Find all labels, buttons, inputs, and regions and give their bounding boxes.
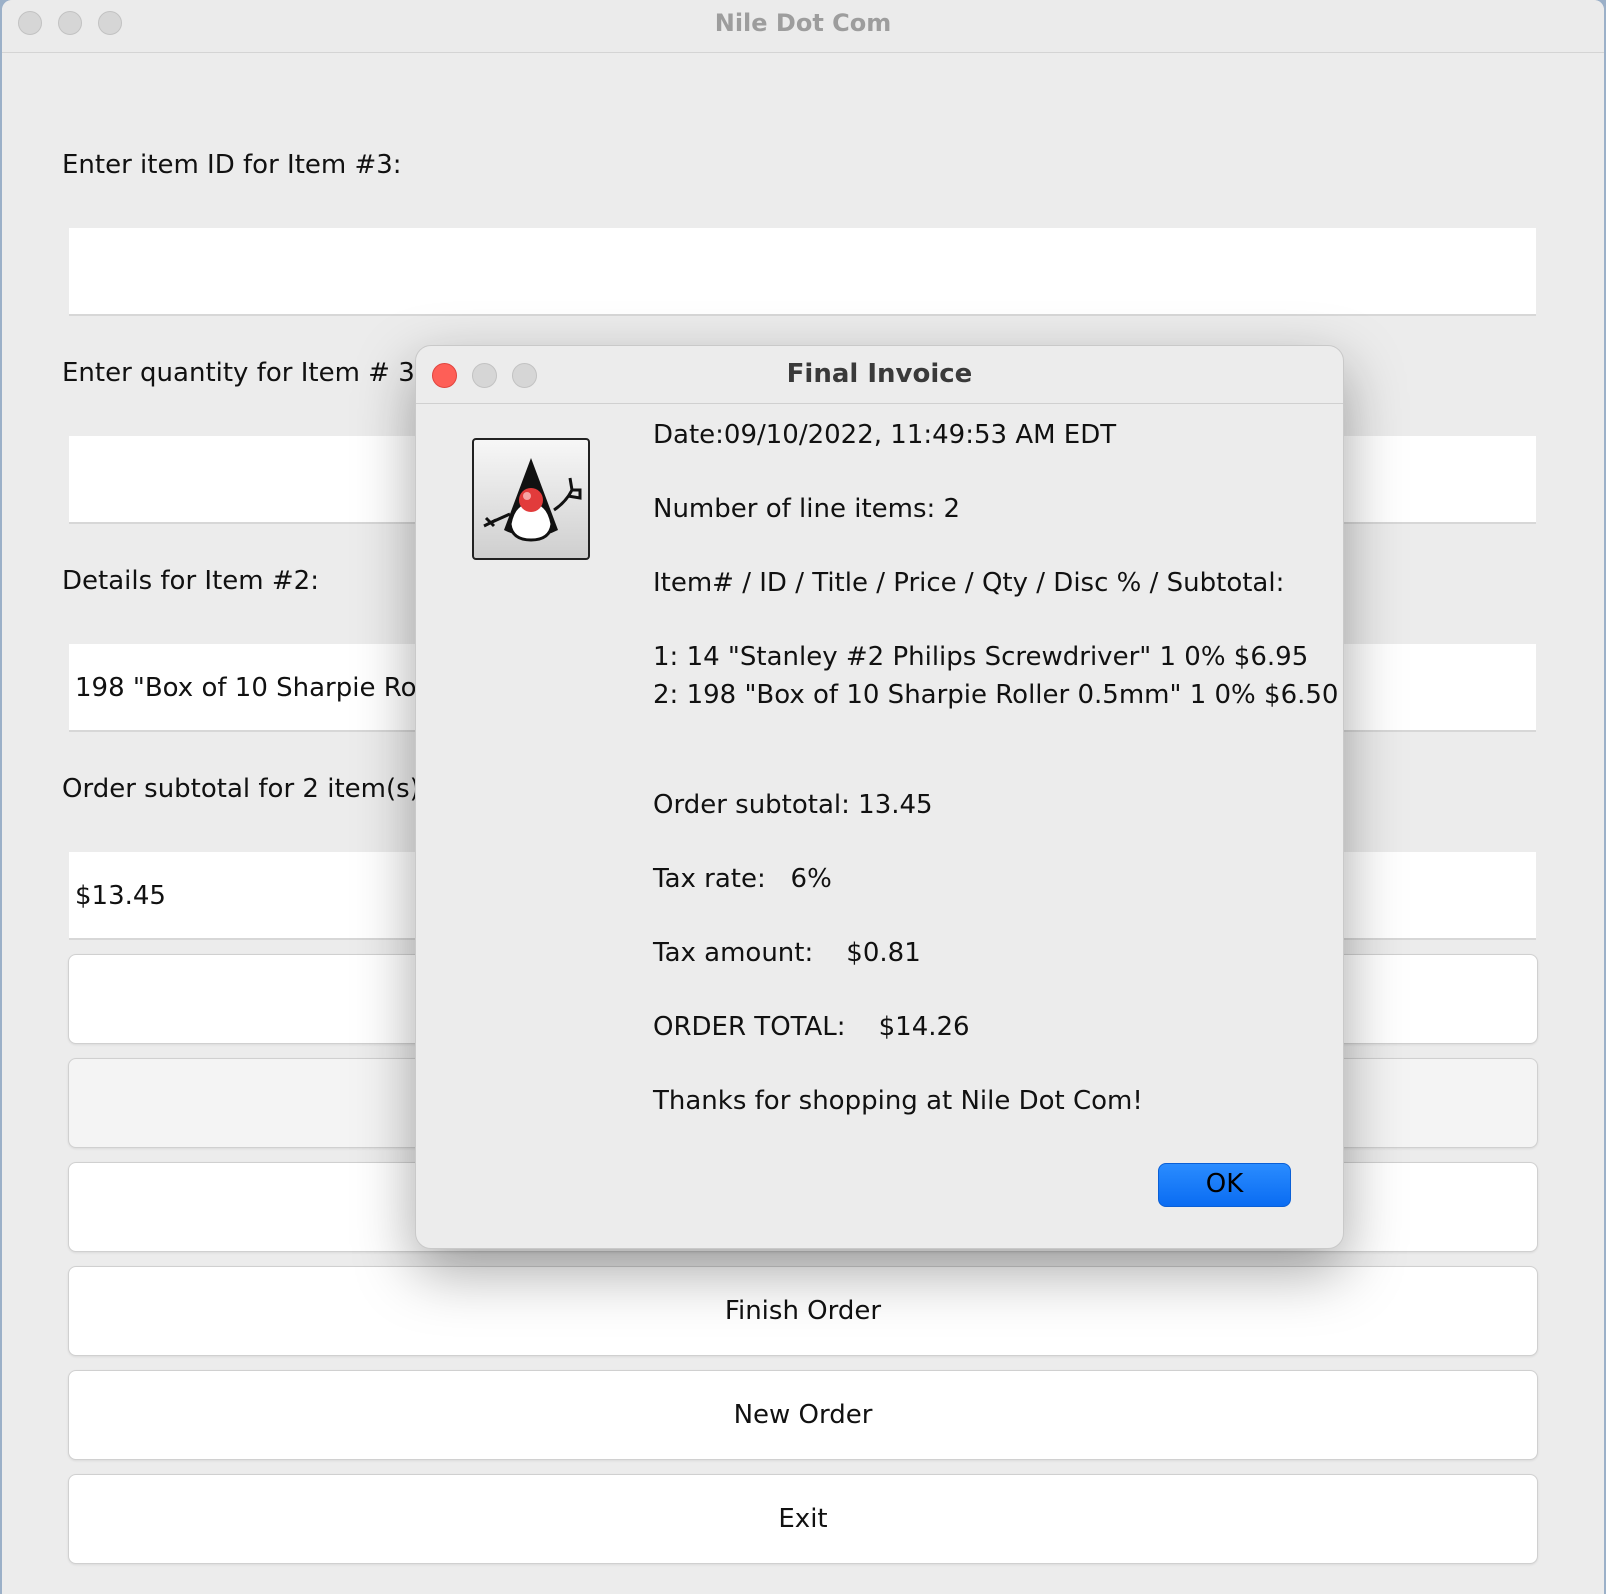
invoice-tax-amount: Tax amount: $0.81 [653,938,921,968]
invoice-tax-rate: Tax rate: 6% [653,864,832,894]
ok-button[interactable]: OK [1158,1163,1291,1207]
window-title: Nile Dot Com [714,9,892,37]
item-id-input[interactable] [69,228,1536,316]
invoice-order-total: ORDER TOTAL: $14.26 [653,1012,970,1042]
finish-order-button[interactable]: Finish Order [68,1266,1538,1356]
invoice-line-count: Number of line items: 2 [653,494,961,524]
invoice-thanks-message: Thanks for shopping at Nile Dot Com! [653,1086,1143,1116]
final-invoice-dialog: Final Invoice Date:09/10/2022, 11:49:53 … [415,345,1344,1249]
window-titlebar: Nile Dot Com [2,0,1604,53]
invoice-date: Date:09/10/2022, 11:49:53 AM EDT [653,420,1117,450]
invoice-line-item: 1: 14 "Stanley #2 Philips Screwdriver" 1… [653,642,1309,672]
details-label: Details for Item #2: [62,566,319,596]
subtotal-label: Order subtotal for 2 item(s): [62,774,429,804]
exit-button[interactable]: Exit [68,1474,1538,1564]
dialog-title: Final Invoice [786,359,973,389]
quantity-label: Enter quantity for Item # 3: [62,358,424,388]
item-id-label: Enter item ID for Item #3: [62,150,402,180]
invoice-order-subtotal: Order subtotal: 13.45 [653,790,933,820]
new-order-button[interactable]: New Order [68,1370,1538,1460]
java-duke-icon [472,438,590,560]
invoice-columns-header: Item# / ID / Title / Price / Qty / Disc … [653,568,1285,598]
dialog-titlebar: Final Invoice [416,346,1343,404]
invoice-line-item: 2: 198 "Box of 10 Sharpie Roller 0.5mm" … [653,680,1339,710]
